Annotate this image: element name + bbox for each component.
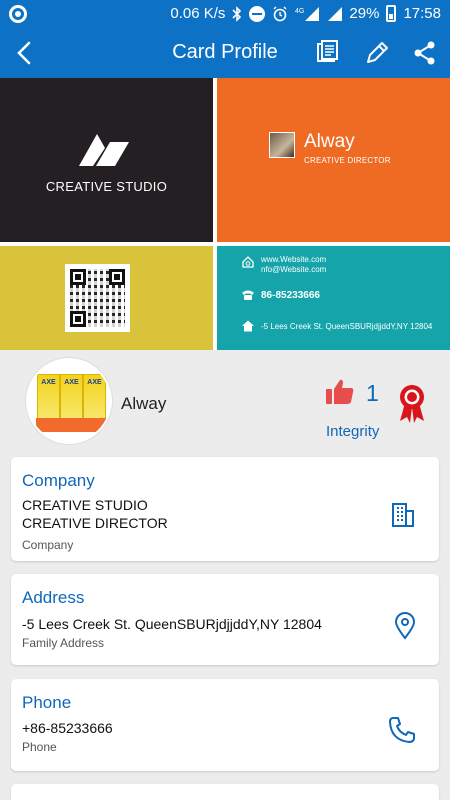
avatar-product-label: AXE [41, 379, 56, 386]
alarm-icon [273, 6, 287, 21]
phone-sub: Phone [22, 740, 57, 754]
phone-card[interactable]: Phone +86-85233666 Phone [11, 679, 439, 771]
card-web-lines: www.Website.com nfo@Website.com [261, 255, 326, 275]
avatar-product-label: AXE [64, 379, 79, 386]
award-ribbon-icon [400, 385, 424, 423]
battery-icon [386, 5, 397, 22]
home-web-icon [242, 256, 254, 268]
address-card[interactable]: Address -5 Lees Creek St. QueenSBURjdjjd… [11, 574, 439, 665]
status-bar: 0.06 K/s 4G 29% 17:58 [0, 0, 450, 28]
battery-percent: 29% [349, 5, 380, 22]
card-company-name: CREATIVE STUDIO [45, 179, 168, 194]
business-card[interactable]: CREATIVE STUDIO Alway CREATIVE DIRECTOR … [0, 78, 450, 350]
card-person-photo [269, 132, 295, 158]
house-icon [242, 320, 254, 332]
location-pin-icon[interactable] [393, 612, 417, 640]
card-person-name: Alway [304, 131, 355, 152]
address-title: Address [22, 588, 85, 607]
address-sub: Family Address [22, 636, 105, 650]
signal-icon-2 [328, 6, 343, 21]
like-count: 1 [366, 380, 379, 406]
card-address: -5 Lees Creek St. QueenSBURjdjjddY,NY 12… [261, 321, 433, 331]
bluetooth-icon [232, 5, 242, 22]
app-bar: Card Profile [0, 28, 450, 78]
avatar-banner [36, 418, 106, 432]
signal-icon: 4G [295, 6, 320, 21]
clock: 17:58 [403, 5, 441, 22]
avatar-product-label: AXE [87, 379, 102, 386]
status-indicators: 0.06 K/s 4G 29% 17:58 [170, 5, 441, 22]
qr-code [65, 264, 130, 332]
company-sub: Company [22, 538, 74, 552]
card-person-role: CREATIVE DIRECTOR [304, 156, 391, 165]
company-title: Company [22, 471, 95, 490]
address-value: -5 Lees Creek St. QueenSBURjdjjddY,NY 12… [22, 616, 322, 632]
integrity-label[interactable]: Integrity [326, 423, 379, 440]
network-speed: 0.06 K/s [170, 5, 226, 22]
phone-title: Phone [22, 693, 72, 712]
card-list-icon[interactable] [312, 38, 342, 68]
card-logo-tile: CREATIVE STUDIO [0, 78, 213, 242]
studio-logo-icon [79, 134, 129, 166]
company-role: CREATIVE DIRECTOR [22, 515, 168, 531]
card-qr-tile [0, 246, 213, 350]
card-web-row: www.Website.com nfo@Website.com [241, 255, 326, 275]
card-website: www.Website.com [261, 255, 327, 264]
avatar[interactable]: AXE AXE AXE [26, 358, 112, 444]
card-name-tile: Alway CREATIVE DIRECTOR [217, 78, 450, 242]
card-phone: 86-85233666 [261, 289, 320, 301]
edit-pencil-icon[interactable] [362, 38, 392, 68]
telephone-icon [242, 290, 254, 300]
app-notification-icon [9, 5, 27, 23]
company-name: CREATIVE STUDIO [22, 497, 148, 513]
qr-finder [70, 311, 86, 327]
share-icon[interactable] [410, 38, 440, 68]
card-address-row: -5 Lees Creek St. QueenSBURjdjjddY,NY 12… [241, 319, 432, 333]
card-contact-tile: www.Website.com nfo@Website.com 86-85233… [217, 246, 450, 350]
network-type: 4G [295, 8, 304, 15]
next-info-card[interactable] [11, 784, 439, 800]
phone-value: +86-85233666 [22, 720, 113, 736]
company-card[interactable]: Company CREATIVE STUDIO CREATIVE DIRECTO… [11, 457, 439, 561]
phone-call-icon[interactable] [387, 715, 417, 745]
profile-name: Alway [121, 394, 167, 413]
profile-summary: AXE AXE AXE Alway 1 Integrity [0, 350, 450, 454]
do-not-disturb-icon [249, 5, 266, 22]
thumbs-up-icon[interactable] [325, 378, 355, 406]
card-phone-row: 86-85233666 [241, 288, 320, 302]
qr-finder [70, 269, 86, 285]
building-icon [392, 503, 414, 527]
qr-finder [109, 269, 125, 285]
card-email: nfo@Website.com [261, 265, 327, 274]
